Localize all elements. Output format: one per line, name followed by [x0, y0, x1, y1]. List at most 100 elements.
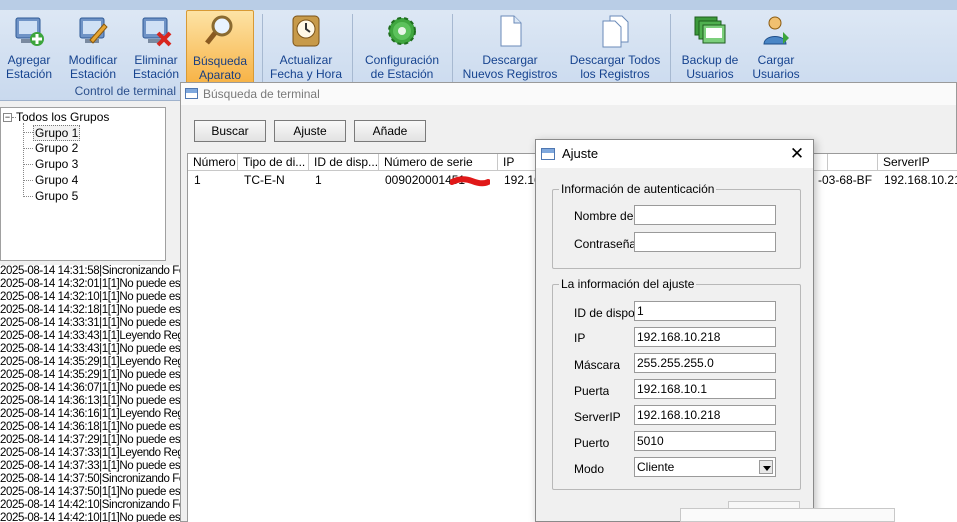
port-label: Puerto: [574, 436, 610, 450]
log-line: 2025-08-14 14:32:10|1[1]No puede es: [0, 291, 180, 303]
log-line: 2025-08-14 14:33:31|1[1]No puede es: [0, 317, 180, 329]
gateway-label: Puerta: [574, 384, 610, 398]
search-window-title[interactable]: Búsqueda de terminal: [181, 83, 956, 105]
log-line: 2025-08-14 14:33:43|1[1]No puede es: [0, 343, 180, 355]
auth-legend: Información de autenticación: [559, 182, 717, 196]
background-window-partial: [680, 508, 895, 522]
log-line: 2025-08-14 14:42:10|Sincronizando Fe: [0, 499, 180, 511]
mode-label: Modo: [574, 462, 605, 476]
app-window: Agregar Estación Modificar Estación Elim…: [0, 0, 957, 522]
search-device-icon: [205, 15, 233, 45]
column-header[interactable]: Número: [188, 154, 238, 171]
username-field[interactable]: [634, 205, 776, 225]
edit-station-button[interactable]: Modificar Estación: [64, 12, 122, 84]
buscar-button[interactable]: Buscar: [194, 120, 266, 142]
tree-root-node[interactable]: Todos los Grupos: [16, 110, 109, 124]
tree-item-group-1[interactable]: Grupo 1: [33, 125, 81, 141]
anade-button[interactable]: Añade: [354, 120, 426, 142]
download-new-records-button[interactable]: Descargar Nuevos Registros: [458, 12, 562, 84]
column-header[interactable]: ServerIP: [878, 154, 957, 171]
document-icon: [500, 15, 522, 47]
window-icon: [185, 88, 198, 99]
tree-item-group-3[interactable]: Grupo 3: [35, 157, 78, 171]
log-line: 2025-08-14 14:33:43|1[1]Leyendo Reg: [0, 330, 180, 342]
ribbon-tab-strip: [0, 0, 957, 10]
auth-fieldset: Información de autenticación Nombre de u…: [552, 182, 801, 269]
update-datetime-label: Actualizar Fecha y Hora: [269, 53, 343, 81]
log-line: 2025-08-14 14:37:50|Sincronizando Fe: [0, 473, 180, 485]
gear-icon: [388, 17, 416, 45]
update-datetime-button[interactable]: Actualizar Fecha y Hora: [266, 12, 346, 84]
load-users-label: Cargar Usuarios: [752, 53, 800, 81]
download-all-records-button[interactable]: Descargar Todos los Registros: [566, 12, 664, 84]
collapse-icon[interactable]: −: [3, 113, 12, 122]
ajuste-dialog: Ajuste ✕ Información de autenticación No…: [535, 139, 814, 522]
column-header[interactable]: [828, 154, 878, 171]
table-cell[interactable]: 1: [188, 172, 238, 188]
settings-legend: La información del ajuste: [559, 277, 697, 291]
download-all-records-label: Descargar Todos los Registros: [569, 53, 661, 81]
serverip-label: ServerIP: [574, 410, 621, 424]
dialog-title[interactable]: Ajuste: [536, 140, 813, 168]
ajuste-button[interactable]: Ajuste: [274, 120, 346, 142]
search-device-button[interactable]: Búsqueda Aparato: [186, 10, 254, 84]
tree-item-group-4[interactable]: Grupo 4: [35, 173, 78, 187]
mask-field[interactable]: 255.255.255.0: [634, 353, 776, 373]
ribbon-separator: [452, 14, 453, 82]
table-cell[interactable]: TC-E-N: [238, 172, 309, 188]
backup-users-icon: [694, 16, 726, 44]
table-cell[interactable]: 192.168.10.218: [878, 172, 957, 188]
column-header[interactable]: Número de serie: [379, 154, 498, 171]
group-tree: − Todos los Grupos Grupo 1 Grupo 2 Grupo…: [0, 107, 166, 261]
user-label: Nombre de u: [574, 209, 634, 223]
device-id-field[interactable]: 1: [634, 301, 776, 321]
log-line: 2025-08-14 14:35:29|1[1]No puede es: [0, 369, 180, 381]
tree-connector: [23, 164, 33, 165]
tree-item-group-5[interactable]: Grupo 5: [35, 189, 78, 203]
add-station-label: Agregar Estación: [5, 53, 53, 81]
settings-fieldset: La información del ajuste ID de dispos 1…: [552, 277, 801, 490]
station-config-button[interactable]: Configuración de Estación: [358, 12, 446, 84]
mode-select[interactable]: Cliente: [634, 457, 776, 477]
backup-users-button[interactable]: Backup de Usuarios: [676, 12, 744, 84]
column-header[interactable]: Tipo de di...: [238, 154, 309, 171]
chevron-down-icon[interactable]: [759, 460, 773, 474]
backup-users-label: Backup de Usuarios: [681, 53, 739, 81]
log-line: 2025-08-14 14:37:29|1[1]No puede es: [0, 434, 180, 446]
ip-label: IP: [574, 331, 586, 345]
mask-label: Máscara: [574, 358, 621, 372]
delete-station-label: Eliminar Estación: [132, 53, 180, 81]
log-line: 2025-08-14 14:32:18|1[1]No puede es: [0, 304, 180, 316]
log-line: 2025-08-14 14:36:13|1[1]No puede es: [0, 395, 180, 407]
log-line: 2025-08-14 14:35:29|1[1]Leyendo Reg: [0, 356, 180, 368]
serverip-field[interactable]: 192.168.10.218: [634, 405, 776, 425]
event-log: 2025-08-14 14:31:58|Sincronizando Fe 202…: [0, 265, 180, 522]
add-station-button[interactable]: Agregar Estación: [2, 12, 56, 84]
port-field[interactable]: 5010: [634, 431, 776, 451]
ip-field[interactable]: 192.168.10.218: [634, 327, 776, 347]
redaction-mark: [450, 176, 490, 187]
ribbon-separator: [352, 14, 353, 82]
close-icon[interactable]: ✕: [789, 145, 805, 162]
tree-connector: [23, 132, 33, 133]
table-cell[interactable]: -03-68-BF: [818, 172, 878, 188]
tree-connector: [23, 196, 33, 197]
mode-select-value: Cliente: [637, 460, 675, 474]
delete-station-icon: [142, 17, 172, 47]
gateway-field[interactable]: 192.168.10.1: [634, 379, 776, 399]
tree-connector: [23, 180, 33, 181]
column-header[interactable]: ID de disp...: [309, 154, 379, 171]
documents-icon: [602, 15, 629, 48]
delete-station-button[interactable]: Eliminar Estación: [128, 12, 184, 84]
password-field[interactable]: [634, 232, 776, 252]
edit-station-icon: [79, 17, 108, 44]
tree-connector: [23, 148, 33, 149]
load-users-button[interactable]: Cargar Usuarios: [748, 12, 804, 84]
table-cell[interactable]: 1: [309, 172, 379, 188]
tree-item-group-2[interactable]: Grupo 2: [35, 141, 78, 155]
search-device-label: Búsqueda Aparato: [192, 54, 248, 82]
log-line: 2025-08-14 14:37:50|1[1]No puede es: [0, 486, 180, 498]
download-new-records-label: Descargar Nuevos Registros: [462, 53, 558, 81]
device-id-label: ID de dispos: [574, 306, 634, 320]
log-line: 2025-08-14 14:31:58|Sincronizando Fe: [0, 265, 180, 277]
